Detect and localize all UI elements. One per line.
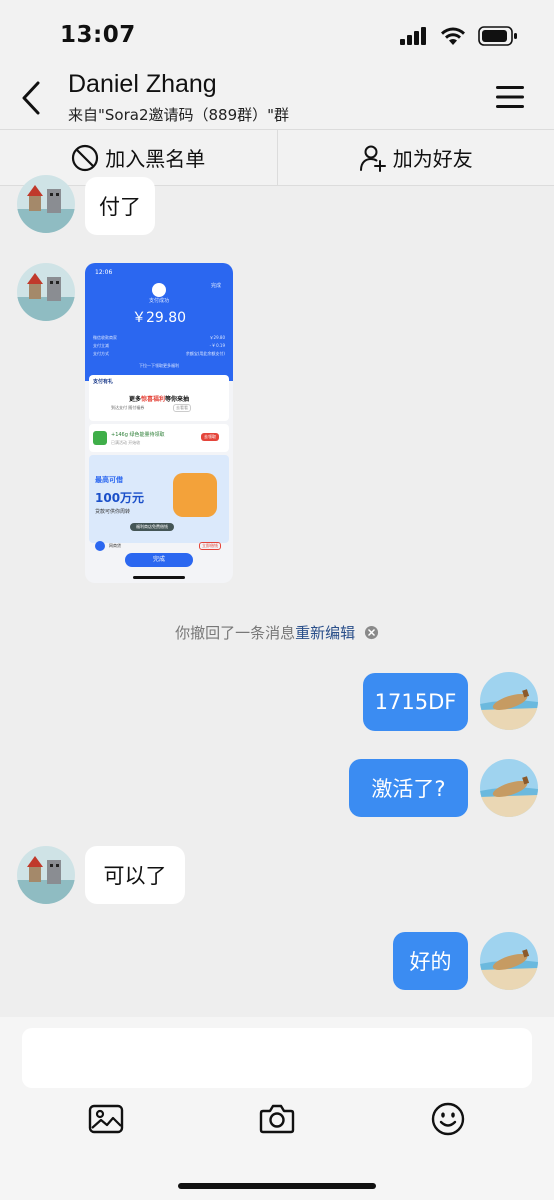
input-area (0, 1017, 554, 1200)
promo-line-b: 等你来抽 (165, 396, 190, 403)
add-friend-button[interactable]: 加为好友 (276, 130, 554, 185)
re-edit-link[interactable]: 重新编辑 (295, 624, 355, 642)
receipt-row-value: ￥29.80 (209, 335, 225, 340)
partner-avatar-image (17, 263, 75, 321)
emoji-icon[interactable] (430, 1101, 466, 1137)
chat-title: Daniel Zhang (68, 70, 217, 98)
wifi-icon (441, 27, 465, 45)
loan-illustration (173, 473, 217, 517)
energy-sub: 已满活动 开始收 (111, 440, 141, 445)
menu-icon[interactable] (496, 84, 524, 110)
add-friend-label: 加为好友 (392, 147, 473, 171)
loan-sub: 贷款可供你周转 (95, 509, 131, 515)
receipt-row-value: 余额宝(用此余额支付) (185, 351, 225, 356)
energy-icon (93, 431, 107, 445)
my-avatar-image (480, 759, 538, 817)
receipt-amount: ￥29.80 (131, 310, 187, 326)
receipt-status: 支付成功 (148, 298, 169, 304)
my-avatar[interactable] (480, 759, 538, 817)
partner-avatar[interactable] (17, 175, 75, 233)
receipt-done-button[interactable]: 完成 (125, 553, 193, 567)
promo-sub: 到达支付 随付福券 (111, 405, 145, 410)
status-icons (400, 26, 518, 46)
receipt-home-indicator (133, 576, 185, 579)
top-area: 13:07 Daniel Zhang 来自"Sora2邀请码（889群）"群 加… (0, 0, 554, 186)
receipt-row-label: 支付方式 (93, 351, 109, 356)
message-bubble[interactable]: 可以了 (85, 846, 185, 904)
message-bubble[interactable]: 付了 (85, 177, 155, 235)
camera-icon[interactable] (259, 1101, 295, 1137)
loan-foot-button[interactable]: 立即借钱 (199, 542, 221, 550)
message-input[interactable] (22, 1028, 532, 1088)
energy-button[interactable]: 去领取 (201, 433, 219, 441)
image-icon[interactable] (88, 1101, 124, 1137)
promo-line-a: 更多 (128, 396, 141, 403)
battery-icon (478, 26, 517, 46)
home-indicator (178, 1183, 376, 1189)
image-message[interactable]: 12:06 完成 支付成功 ￥29.80 微信收款商家 ￥29.80 支付立减 … (85, 263, 233, 583)
my-avatar-image (480, 672, 538, 730)
my-avatar[interactable] (480, 932, 538, 990)
chat-subtitle: 来自"Sora2邀请码（889群）"群 (68, 106, 290, 124)
signal-icon (400, 27, 426, 45)
promo-line: 更多惊喜福利等你来抽 (85, 394, 233, 403)
message-bubble[interactable]: 激活了? (349, 759, 468, 817)
message-bubble[interactable]: 1715DF (363, 673, 468, 731)
energy-text: +146g 绿色能量待领取 (111, 432, 165, 438)
recall-notice: 你撤回了一条消息重新编辑 (0, 622, 554, 643)
loan-bar[interactable]: 福利商店免费借钱 (130, 523, 174, 531)
loan-foot-label: 网商贷 (109, 543, 121, 548)
receipt-row-value: - ¥ 0.19 (209, 343, 225, 348)
partner-avatar[interactable] (17, 263, 75, 321)
loan-logo-icon (95, 541, 105, 551)
partner-avatar-image (17, 846, 75, 904)
partner-avatar[interactable] (17, 846, 75, 904)
loan-title: 最高可借 (95, 476, 123, 484)
message-bubble[interactable]: 好的 (393, 932, 468, 990)
add-friend-icon (359, 145, 386, 172)
receipt-row-label: 支付立减 (93, 343, 109, 348)
promo-title: 支付有礼 (93, 379, 114, 385)
loan-amount: 100万元 (95, 491, 145, 505)
promo-line-highlight: 惊喜福利 (140, 396, 165, 403)
recall-text: 你撤回了一条消息 (175, 624, 296, 642)
status-time: 13:07 (60, 22, 136, 48)
close-circle-icon[interactable] (364, 625, 379, 640)
receipt-more: 下拉一下领取更多福利 (139, 363, 179, 368)
back-arrow-icon[interactable] (18, 80, 46, 116)
block-icon (72, 144, 99, 171)
receipt-row-label: 微信收款商家 (93, 335, 117, 340)
success-check-icon (152, 283, 166, 297)
my-avatar[interactable] (480, 672, 538, 730)
action-bar: 加入黑名单 加为好友 (0, 129, 554, 186)
receipt-done-top[interactable]: 完成 (211, 282, 221, 289)
partner-avatar-image (17, 175, 75, 233)
receipt-time: 12:06 (95, 269, 113, 276)
promo-tag[interactable]: 去看看 (173, 404, 191, 412)
my-avatar-image (480, 932, 538, 990)
block-label: 加入黑名单 (105, 147, 206, 171)
